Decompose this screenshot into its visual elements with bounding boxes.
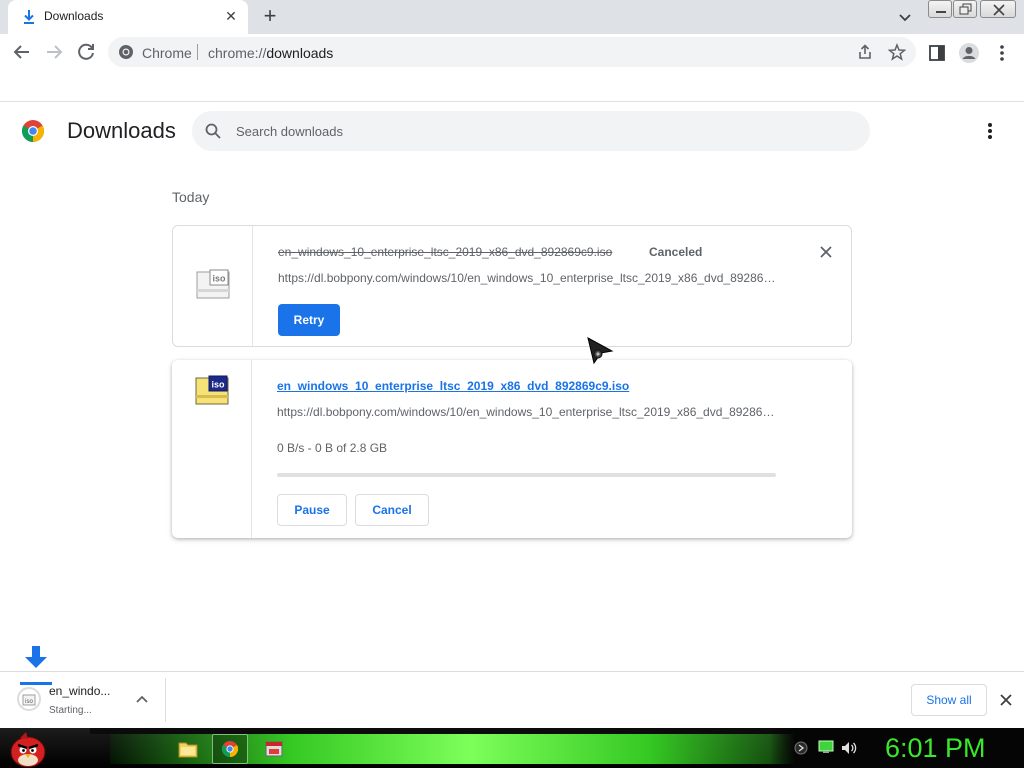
restore-icon [959,3,972,15]
shelf-file-icon: iso [17,687,41,711]
more-actions-icon[interactable] [982,121,998,141]
tab-close-icon[interactable]: ✕ [222,7,240,25]
file-url[interactable]: https://dl.bobpony.com/windows/10/en_win… [277,405,777,419]
start-button-angry-bird-icon[interactable] [6,728,50,768]
system-tray: 6:01 PM [770,728,1024,768]
svg-text:iso: iso [211,380,225,390]
shelf-download-item[interactable]: iso en_windo... Starting... [0,672,160,728]
download-shelf: iso en_windo... Starting... Show all [0,671,1024,728]
download-started-arrow-icon [25,646,47,668]
url-scheme: chrome:// [208,45,267,61]
back-arrow-icon[interactable] [8,38,36,66]
file-url[interactable]: https://dl.bobpony.com/windows/10/en_win… [278,271,778,285]
tab-strip: Downloads ✕ + [0,0,1024,34]
tray-app-icon[interactable] [794,741,808,755]
chrome-menu-icon[interactable] [996,43,1008,63]
forward-arrow-icon[interactable] [40,38,68,66]
tab-search-chevron-icon[interactable] [896,8,914,26]
minimize-button[interactable] [928,0,952,18]
pause-button[interactable]: Pause [277,494,347,526]
site-label: Chrome [142,45,192,61]
download-card-canceled: iso en_windows_10_enterprise_ltsc_2019_x… [172,225,852,347]
section-date-label: Today [172,189,210,205]
toolbar-divider [0,101,1024,102]
folder-icon [178,742,198,758]
svg-text:iso: iso [25,699,33,705]
address-bar[interactable]: Chrome chrome://downloads [108,37,916,67]
new-tab-button[interactable]: + [258,5,282,29]
window-close-button[interactable] [980,0,1016,18]
file-name-link[interactable]: en_windows_10_enterprise_ltsc_2019_x86_d… [277,379,629,393]
svg-text:iso: iso [212,274,226,284]
restore-button[interactable] [953,0,977,18]
search-downloads-box[interactable] [192,111,870,151]
chrome-logo-icon [22,120,44,142]
profile-avatar-icon[interactable] [958,42,980,64]
page-title: Downloads [67,118,176,143]
search-icon[interactable] [204,122,222,140]
url-text[interactable]: chrome://downloads [208,45,333,61]
close-shelf-icon[interactable] [997,691,1015,709]
file-name: en_windows_10_enterprise_ltsc_2019_x86_d… [278,245,613,259]
bookmark-star-icon[interactable] [888,43,906,61]
cancel-button[interactable]: Cancel [355,494,429,526]
minimize-icon [936,11,946,13]
iso-file-icon: iso [196,269,230,299]
taskbar-clock[interactable]: 6:01 PM [885,733,986,764]
taskbar-chrome[interactable] [212,734,248,764]
progress-bar [277,473,776,477]
shelf-progress-indicator [20,682,52,685]
file-icon-column: iso [172,360,252,538]
taskbar-file-explorer[interactable] [170,734,206,764]
url-host: downloads [266,45,334,61]
taskbar: 6:01 PM [0,728,1024,768]
mouse-cursor-icon [587,337,614,365]
progress-text: 0 B/s - 0 B of 2.8 GB [277,441,388,455]
chrome-site-icon [119,45,133,59]
search-input[interactable] [236,121,836,141]
shelf-item-name: en_windo... [49,684,111,698]
shelf-separator [165,678,166,722]
file-icon-column: iso [173,226,253,346]
chrome-icon [221,741,239,758]
download-icon [24,10,34,24]
taskbar-app[interactable] [256,734,292,764]
chevron-up-icon[interactable] [134,692,150,708]
retry-button[interactable]: Retry [278,304,340,336]
network-icon[interactable] [818,740,834,754]
shelf-item-status: Starting... [49,705,92,716]
tab-title: Downloads [44,9,104,23]
omnibox-separator [197,44,198,60]
close-icon [993,4,1005,16]
iso-file-icon: iso [195,375,229,405]
side-panel-icon[interactable] [928,44,946,62]
tab-downloads[interactable]: Downloads ✕ [8,0,248,34]
volume-icon[interactable] [840,740,858,756]
download-status: Canceled [649,245,703,259]
remove-from-list-icon[interactable] [817,243,835,261]
reload-icon[interactable] [72,38,100,66]
app-window-icon [265,741,283,757]
toolbar: Chrome chrome://downloads [0,34,1024,70]
download-card-active: iso en_windows_10_enterprise_ltsc_2019_x… [172,360,852,538]
share-icon[interactable] [856,43,874,61]
show-all-button[interactable]: Show all [911,684,987,716]
